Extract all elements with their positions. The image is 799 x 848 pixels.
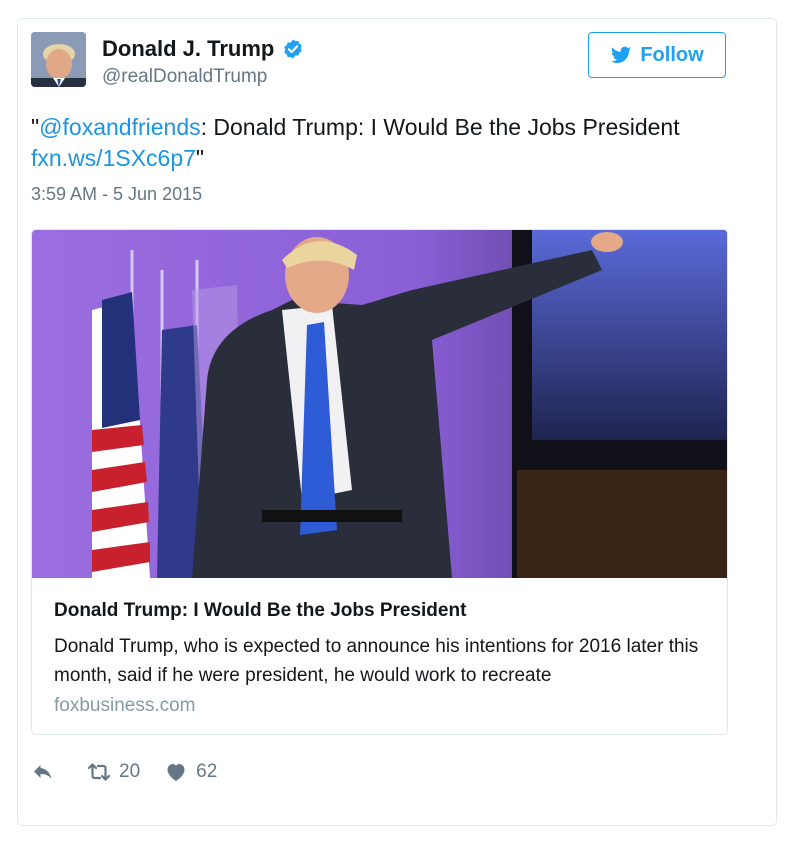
preview-description: Donald Trump, who is expected to announc… xyxy=(54,636,699,686)
user-handle[interactable]: @realDonaldTrump xyxy=(102,66,267,88)
follow-label: Follow xyxy=(640,43,704,66)
reply-button[interactable] xyxy=(31,760,63,784)
like-button[interactable]: 62 xyxy=(164,760,217,784)
retweet-count: 20 xyxy=(119,761,141,782)
preview-title[interactable]: Donald Trump: I Would Be the Jobs Presid… xyxy=(54,600,466,622)
like-count: 62 xyxy=(196,761,218,782)
twitter-bird-icon xyxy=(611,46,632,63)
mention-link[interactable]: @foxandfriends xyxy=(39,114,200,140)
preview-image[interactable] xyxy=(32,230,728,578)
tweet-actions: 20 62 xyxy=(31,760,241,784)
heart-icon xyxy=(167,764,185,781)
tweet-body: : Donald Trump: I Would Be the Jobs Pres… xyxy=(200,114,680,140)
follow-button[interactable]: Follow xyxy=(588,32,726,78)
link-preview-card[interactable]: Donald Trump: I Would Be the Jobs Presid… xyxy=(31,229,728,735)
retweet-icon xyxy=(87,763,111,781)
preview-domain: foxbusiness.com xyxy=(54,695,196,716)
retweet-button[interactable]: 20 xyxy=(87,760,140,784)
reply-icon xyxy=(34,765,52,779)
tweet-timestamp[interactable]: 3:59 AM - 5 Jun 2015 xyxy=(31,184,202,205)
avatar-image xyxy=(31,32,86,87)
verified-badge-icon xyxy=(284,39,303,59)
quote-close: " xyxy=(195,145,205,171)
tweet-text: "@foxandfriends: Donald Trump: I Would B… xyxy=(31,112,731,174)
avatar[interactable] xyxy=(31,32,86,87)
name-row: Donald J. Trump xyxy=(102,36,304,62)
display-name[interactable]: Donald J. Trump xyxy=(102,36,274,62)
tweet-url-link[interactable]: fxn.ws/1SXc6p7 xyxy=(31,145,196,171)
quote-open: " xyxy=(31,114,40,140)
